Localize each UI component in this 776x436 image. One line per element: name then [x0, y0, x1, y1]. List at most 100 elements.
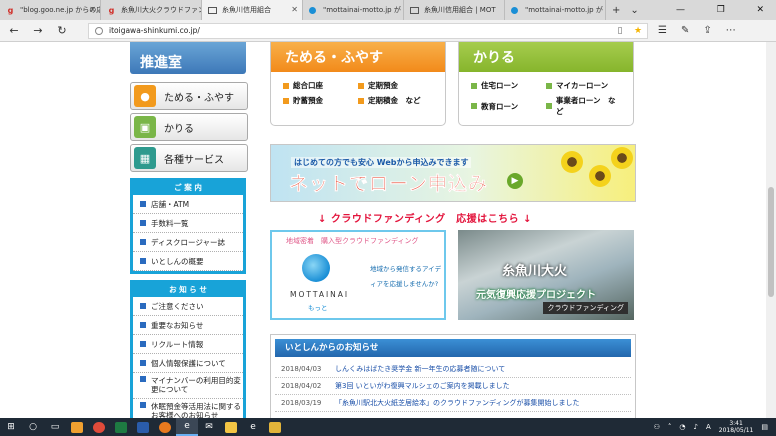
service-icon: ▦ [134, 147, 156, 169]
borrow-item[interactable]: 住宅ローン [471, 80, 546, 91]
new-tab-icon[interactable]: + [612, 5, 620, 16]
sidebar-nav-services[interactable]: ▦ 各種サービス [130, 144, 248, 172]
news-row[interactable]: 2018/04/02 第3回 いといがわ復興マルシェのご案内を掲載しました [275, 378, 631, 395]
browser-tab-6[interactable]: "mottainai-motto.jp が [505, 0, 606, 20]
search-icon[interactable]: ○ [22, 418, 44, 436]
notice-item-caution[interactable]: ご注意ください [133, 297, 243, 316]
hub-icon[interactable]: ☰ [658, 25, 667, 36]
sidebar-nav-label: ためる・ふやす [164, 92, 234, 104]
close-tab-icon[interactable]: ✕ [89, 0, 96, 20]
scrollbar-thumb[interactable] [768, 187, 774, 297]
promo-banner[interactable]: 推進室 [130, 42, 246, 74]
page-scrollbar[interactable] [766, 42, 776, 418]
guide-item-fees[interactable]: 手数料一覧 [133, 214, 243, 233]
close-tab-icon[interactable]: ✕ [291, 0, 298, 20]
notice-item-label: 個人情報保護について [151, 358, 226, 368]
screen: g "blog.goo.ne.jp からの応 ✕ g 糸魚川大火クラウドファン … [0, 0, 776, 436]
bullet-icon [283, 82, 289, 89]
task-view-icon[interactable]: ▭ [44, 418, 66, 436]
news-row[interactable]: 2018/04/03 しんくみはばたき奨学金 新一年生の応募者随について [275, 361, 631, 378]
online-loan-banner[interactable]: はじめての方でも安心 Webから申込みできます ネットでローン申込み ▶ [270, 144, 636, 202]
notice-item-label: ご注意ください [151, 301, 204, 311]
save-item[interactable]: 総合口座 [283, 80, 358, 91]
save-panel-title: ためる・ふやす [271, 42, 445, 72]
bullet-icon [358, 82, 364, 89]
file-explorer-icon[interactable] [220, 418, 242, 436]
clock[interactable]: 3:41 2018/05/11 [719, 420, 754, 434]
browser-tab-5[interactable]: 糸魚川信用組合 | MOT [404, 0, 505, 20]
site-info-icon[interactable] [95, 26, 103, 35]
guide-item-disclosure[interactable]: ディスクロージャー誌 [133, 233, 243, 252]
sidebar-nav-borrow[interactable]: ▣ かりる [130, 113, 248, 141]
notice-item-dormant[interactable]: 休眠預金等活用法に関するお客様へのお知らせ [133, 399, 243, 418]
loan-icon: ▣ [134, 116, 156, 138]
save-item[interactable]: 定期預金 [358, 80, 433, 91]
save-panel[interactable]: ためる・ふやす 総合口座 定期預金 貯蓄預金 定期積金 など [270, 42, 446, 126]
windows-start-icon[interactable]: ⊞ [0, 418, 22, 436]
excel-icon[interactable] [110, 418, 132, 436]
notice-item-label: マイナンバーの利用目的変更について [151, 376, 241, 394]
minimize-icon[interactable]: — [676, 5, 685, 15]
news-text: しんくみはばたき奨学金 新一年生の応募者随について [335, 365, 506, 373]
site-icon [410, 7, 419, 14]
forward-arrow-icon[interactable]: → [26, 24, 50, 37]
browser-tab-2[interactable]: g 糸魚川大火クラウドファン [101, 0, 202, 20]
browser-tab-1[interactable]: g "blog.goo.ne.jp からの応 ✕ [0, 0, 101, 20]
notice-item-privacy[interactable]: 個人情報保護について [133, 354, 243, 373]
bullet-icon [140, 220, 146, 226]
itoigawa-fire-banner[interactable]: 糸魚川大火 元気復興応援プロジェクト クラウドファンディング [458, 230, 634, 320]
refresh-icon[interactable]: ↻ [50, 24, 74, 37]
notice-item-important[interactable]: 重要なお知らせ [133, 316, 243, 335]
notice-item-mynumber[interactable]: マイナンバーの利用目的変更について [133, 373, 243, 399]
tab-label: "mottainai-motto.jp が [525, 6, 603, 14]
browser-tab-3-active[interactable]: 糸魚川信用組合 ✕ [202, 0, 303, 20]
browser-tools: ☰ ✎ ⇪ ⋯ [658, 25, 736, 36]
browser-tab-4[interactable]: "mottainai-motto.jp が [303, 0, 404, 20]
network-icon[interactable]: ◔ [679, 423, 685, 431]
guide-item-overview[interactable]: いとしんの概要 [133, 252, 243, 271]
ime-indicator[interactable]: A [706, 423, 711, 431]
borrow-item[interactable]: マイカーローン [546, 80, 621, 91]
borrow-item[interactable]: 事業者ローン など [546, 95, 621, 117]
news-row[interactable]: 2018/03/19 「糸魚川駅北大火紙芝居絵本」のクラウドファンディングが募集… [275, 395, 631, 412]
show-hidden-icons-chevron-icon[interactable]: ˄ [668, 423, 672, 431]
more-icon[interactable]: ⋯ [726, 25, 736, 36]
borrow-panel[interactable]: かりる 住宅ローン マイカーローン 教育ローン 事業者ローン など [458, 42, 634, 126]
close-window-icon[interactable]: ✕ [756, 5, 764, 15]
site-icon [208, 7, 217, 14]
guide-item-label: 手数料一覧 [151, 218, 189, 228]
bullet-icon [546, 103, 552, 109]
address-input[interactable]: itoigawa-shinkumi.co.jp/ ▯ ★ [88, 22, 648, 39]
bullet-icon [140, 201, 146, 207]
folder-icon[interactable] [264, 418, 286, 436]
ie-icon[interactable]: e [242, 418, 264, 436]
favorite-star-icon[interactable]: ★ [629, 26, 647, 36]
firefox-icon[interactable] [154, 418, 176, 436]
store-icon[interactable] [66, 418, 88, 436]
chrome-icon[interactable] [88, 418, 110, 436]
save-item[interactable]: 定期積金 など [358, 95, 433, 106]
people-icon[interactable]: ⚇ [654, 423, 660, 431]
save-item-label: 定期預金 [368, 81, 398, 90]
mail-icon[interactable]: ✉ [198, 418, 220, 436]
save-item[interactable]: 貯蓄預金 [283, 95, 358, 106]
bullet-icon [546, 82, 552, 89]
tab-list-chevron-icon[interactable]: ⌄ [630, 5, 638, 16]
back-arrow-icon[interactable]: ← [2, 24, 26, 37]
bullet-icon [140, 239, 146, 245]
borrow-panel-title: かりる [459, 42, 633, 72]
notification-icon[interactable]: ▤ [761, 423, 768, 431]
web-note-icon[interactable]: ✎ [681, 25, 689, 36]
sidebar-nav-save[interactable]: ● ためる・ふやす [130, 82, 248, 110]
volume-icon[interactable]: ♪ [694, 423, 698, 431]
word-icon[interactable] [132, 418, 154, 436]
mottainai-banner[interactable]: 地域密着 購入型クラウドファンディング MOTTAINAI もっと 地域から発信… [270, 230, 446, 320]
guide-item-atm[interactable]: 店舗・ATM [133, 195, 243, 214]
share-icon[interactable]: ⇪ [703, 25, 711, 36]
reading-view-icon[interactable]: ▯ [611, 26, 629, 36]
edge-icon[interactable]: e [176, 418, 198, 436]
maximize-icon[interactable]: ❐ [717, 5, 725, 15]
borrow-item[interactable]: 教育ローン [471, 95, 546, 117]
bullet-icon [140, 360, 146, 366]
notice-item-recruit[interactable]: リクルート情報 [133, 335, 243, 354]
